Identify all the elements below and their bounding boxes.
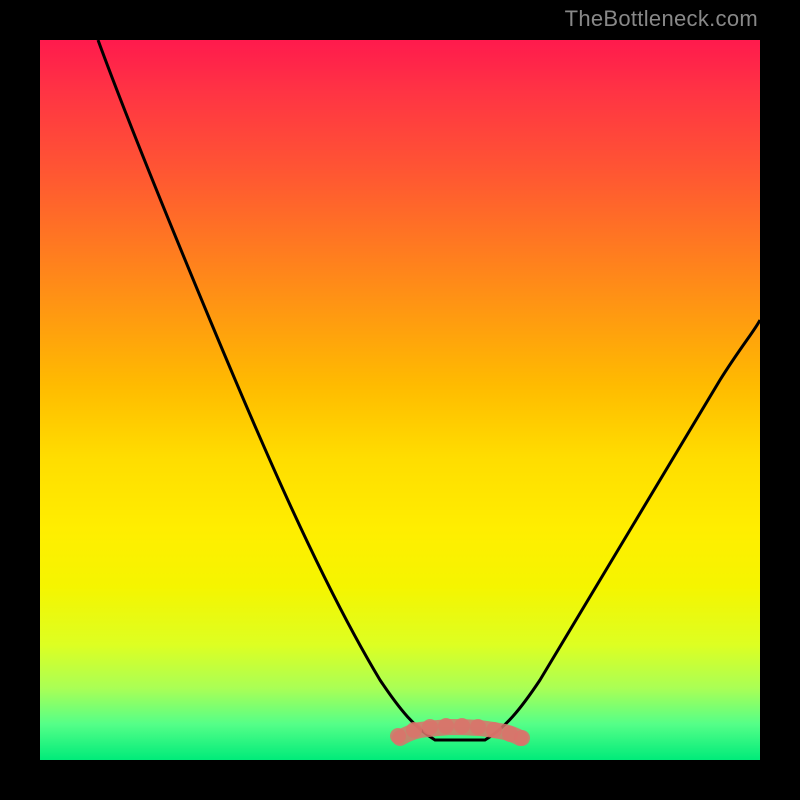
marker-dot [406,722,422,738]
chart-svg [40,40,760,760]
watermark-text: TheBottleneck.com [565,6,758,32]
marker-dot [486,722,502,738]
plot-area [40,40,760,760]
bottleneck-curve [98,40,760,740]
marker-dot [470,719,486,735]
marker-dot [514,730,530,746]
marker-dot [390,728,406,744]
marker-dot [422,719,438,735]
marker-dot [454,718,470,734]
chart-container: TheBottleneck.com [0,0,800,800]
marker-dot [438,718,454,734]
